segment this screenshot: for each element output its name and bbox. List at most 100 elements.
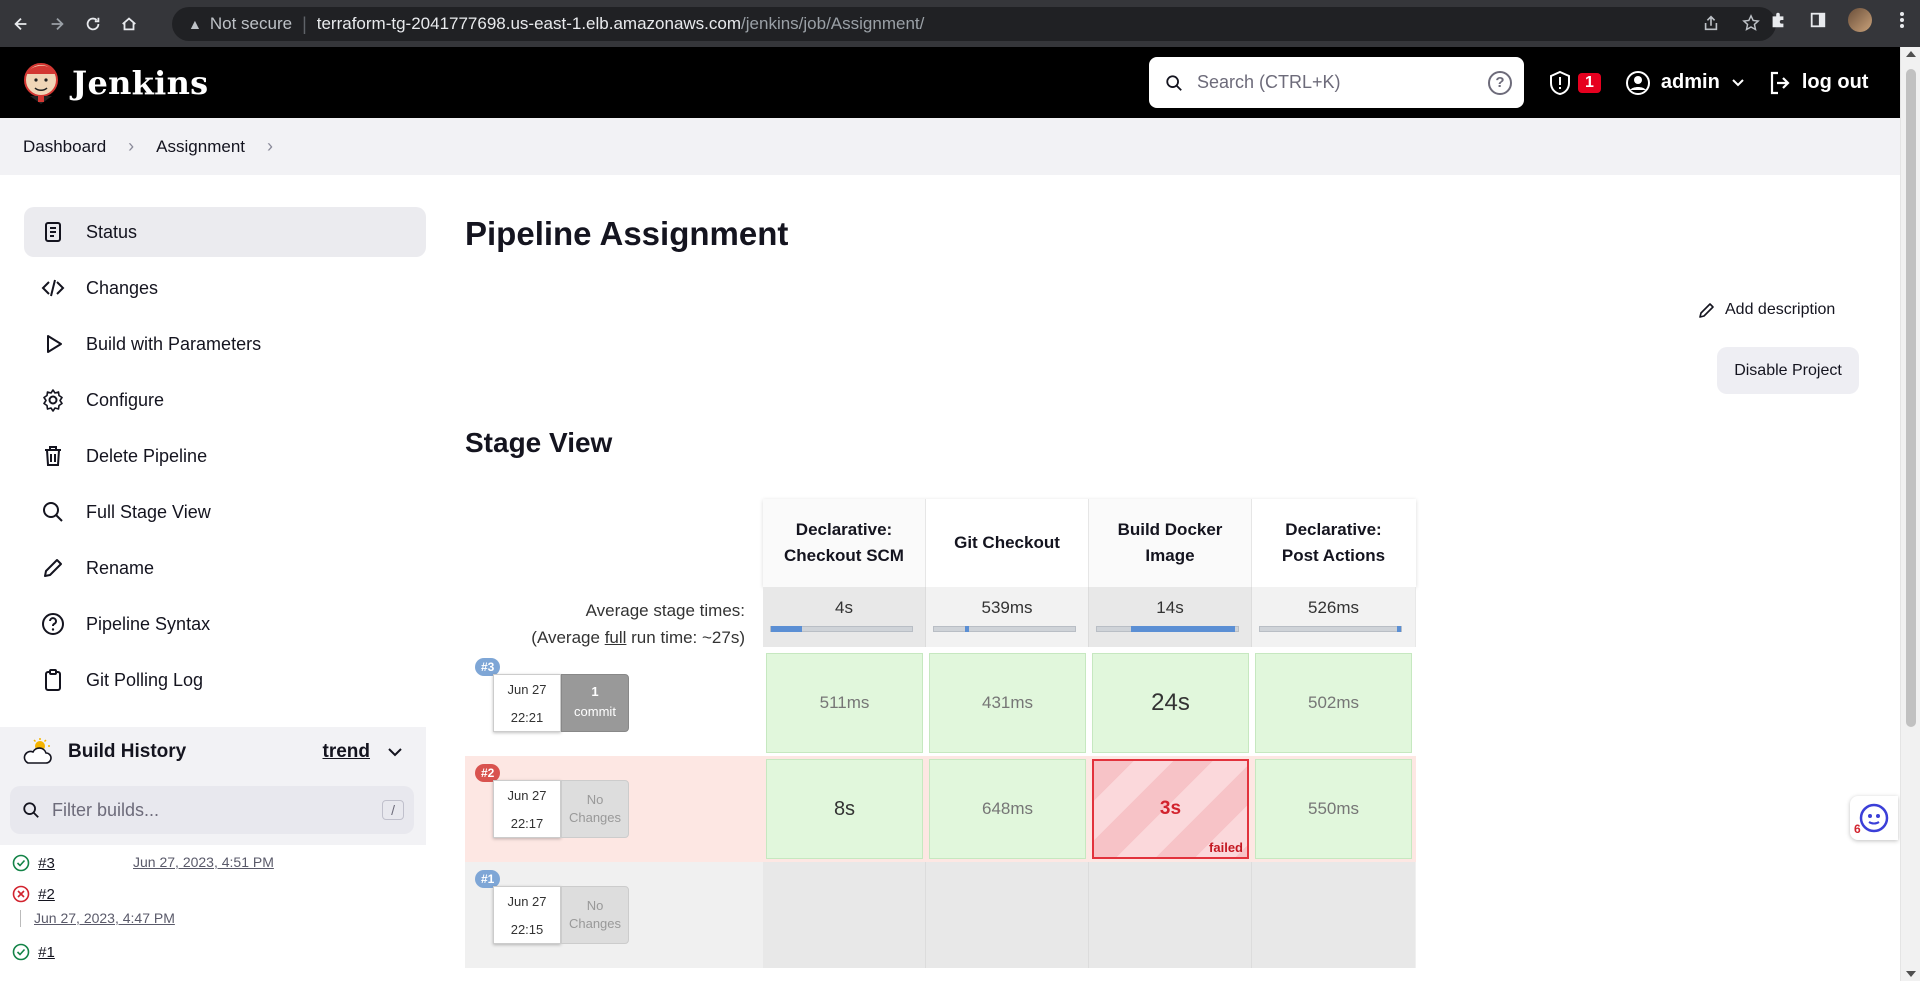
stage-cell[interactable]: 511ms bbox=[763, 650, 926, 756]
success-check-icon bbox=[12, 854, 30, 872]
extensions-icon[interactable] bbox=[1768, 10, 1788, 30]
build-number-link[interactable]: #1 bbox=[38, 944, 55, 961]
logout-link[interactable]: log out bbox=[1768, 70, 1868, 96]
username: admin bbox=[1660, 71, 1720, 93]
add-description-label: Add description bbox=[1725, 301, 1836, 318]
browser-toolbar: ▲ Not secure | terraform-tg-2041777698.u… bbox=[0, 0, 1920, 47]
search-help-icon[interactable]: ? bbox=[1488, 70, 1512, 95]
sidebar-item-pipeline-syntax[interactable]: Pipeline Syntax bbox=[24, 599, 426, 649]
stage-cell[interactable]: 431ms bbox=[926, 650, 1089, 756]
home-icon[interactable] bbox=[114, 9, 144, 39]
breadcrumb: Dashboard › Assignment › bbox=[0, 118, 1900, 175]
stage-cell-empty bbox=[763, 862, 926, 968]
build-number-link[interactable]: #3 bbox=[38, 855, 55, 872]
build-filter-input[interactable]: Filter builds... bbox=[52, 800, 382, 821]
profile-avatar[interactable] bbox=[1848, 8, 1872, 32]
chat-widget-button[interactable]: 6 bbox=[1850, 796, 1898, 840]
build-history-title: Build History bbox=[68, 741, 187, 762]
stage-cell-failed[interactable]: 3s failed bbox=[1089, 756, 1252, 862]
build-history-header: Build History trend bbox=[0, 727, 426, 777]
scroll-up-arrow[interactable] bbox=[1906, 51, 1916, 57]
changes-label: commit bbox=[574, 704, 616, 719]
side-panel-icon[interactable] bbox=[1808, 10, 1828, 30]
help-icon bbox=[40, 611, 66, 637]
run-date-box: Jun 27 22:17 bbox=[493, 780, 561, 838]
sidebar-item-label: Build with Parameters bbox=[86, 333, 262, 354]
build-date-link[interactable]: Jun 27, 2023, 4:47 PM bbox=[34, 910, 175, 926]
build-number-link[interactable]: #2 bbox=[38, 886, 55, 903]
breadcrumb-assignment[interactable]: Assignment bbox=[156, 137, 245, 157]
user-menu[interactable]: admin bbox=[1625, 70, 1744, 96]
weather-cloudy-sun-icon bbox=[23, 738, 52, 764]
run-stage-cells: 511ms 431ms 24s 502ms bbox=[763, 650, 1416, 756]
stage-duration: 8s bbox=[766, 759, 923, 859]
build-date-link[interactable]: Jun 27, 2023, 4:51 PM bbox=[133, 854, 274, 870]
failed-x-icon bbox=[12, 885, 30, 903]
menu-dots-icon[interactable] bbox=[1892, 10, 1912, 30]
search-input[interactable]: Search (CTRL+K) bbox=[1197, 72, 1488, 93]
sidebar-item-rename[interactable]: Rename bbox=[24, 543, 426, 593]
stage-failed-box: 3s failed bbox=[1092, 759, 1249, 859]
avg-time-bar-fill bbox=[1397, 626, 1401, 632]
address-bar[interactable]: ▲ Not secure | terraform-tg-2041777698.u… bbox=[172, 7, 1776, 41]
sidebar-item-configure[interactable]: Configure bbox=[24, 375, 426, 425]
run-changes-button[interactable]: 1 commit bbox=[561, 674, 629, 732]
sidebar-item-status[interactable]: Status bbox=[24, 207, 426, 257]
avg-time-bar bbox=[1096, 626, 1239, 632]
stage-header: Build Docker Image bbox=[1089, 499, 1252, 587]
security-monitor[interactable]: 1 bbox=[1548, 70, 1601, 96]
jenkins-butler-icon bbox=[24, 62, 58, 104]
user-icon bbox=[1625, 70, 1650, 95]
stage-cell[interactable]: 502ms bbox=[1252, 650, 1415, 756]
run-stage-cells: 8s 648ms 3s failed 550ms bbox=[763, 756, 1416, 862]
stage-header: Declarative: Post Actions bbox=[1281, 520, 1386, 565]
stage-cell-empty bbox=[926, 862, 1089, 968]
sidebar-item-delete-pipeline[interactable]: Delete Pipeline bbox=[24, 431, 426, 481]
back-icon[interactable] bbox=[6, 9, 36, 39]
add-description-link[interactable]: Add description bbox=[1697, 300, 1835, 320]
disable-project-button[interactable]: Disable Project bbox=[1717, 347, 1859, 394]
run-row: #3 Jun 27 22:21 1 commit 511ms 431ms 24s… bbox=[465, 650, 1416, 756]
avg-full-link[interactable]: full bbox=[605, 628, 627, 647]
search-box[interactable]: Search (CTRL+K) ? bbox=[1149, 57, 1524, 108]
stage-cell[interactable]: 550ms bbox=[1252, 756, 1415, 862]
run-changes-box: No Changes bbox=[561, 780, 629, 838]
stage-cell[interactable]: 8s bbox=[763, 756, 926, 862]
share-icon[interactable] bbox=[1702, 14, 1720, 37]
stage-duration: 511ms bbox=[766, 653, 923, 753]
sidebar-item-changes[interactable]: Changes bbox=[24, 263, 426, 313]
build-filter-field[interactable]: Filter builds... / bbox=[10, 786, 414, 834]
trend-link[interactable]: trend bbox=[323, 741, 371, 763]
stage-cell[interactable]: 648ms bbox=[926, 756, 1089, 862]
stage-cell-empty bbox=[1252, 862, 1415, 968]
stage-header: Declarative: Checkout SCM bbox=[763, 499, 926, 587]
chevron-down-icon[interactable] bbox=[388, 747, 402, 757]
stage-cell[interactable]: 24s bbox=[1089, 650, 1252, 756]
sidebar-item-build-with-parameters[interactable]: Build with Parameters bbox=[24, 319, 426, 369]
avg-time-bar-fill bbox=[771, 626, 803, 632]
page-scrollbar[interactable] bbox=[1900, 47, 1920, 981]
avg-full-run-text: (Average full run time: ~27s) bbox=[465, 624, 745, 651]
sidebar-item-label: Delete Pipeline bbox=[86, 445, 208, 466]
build-row: #3 Jun 27, 2023, 4:51 PM bbox=[0, 845, 426, 883]
breadcrumb-dashboard[interactable]: Dashboard bbox=[23, 137, 106, 157]
breadcrumb-chevron-icon[interactable]: › bbox=[267, 136, 273, 157]
reload-icon[interactable] bbox=[78, 9, 108, 39]
logout-icon bbox=[1770, 71, 1790, 94]
run-info: #2 Jun 27 22:17 No Changes bbox=[465, 756, 763, 862]
sidebar-item-label: Status bbox=[86, 221, 138, 242]
security-label: Not secure bbox=[209, 14, 293, 33]
jenkins-logo[interactable]: Jenkins bbox=[22, 60, 208, 106]
forward-icon[interactable] bbox=[42, 9, 72, 39]
run-changes-box: No Changes bbox=[561, 886, 629, 944]
stage-header: Git Checkout bbox=[926, 499, 1089, 587]
sidebar-item-full-stage-view[interactable]: Full Stage View bbox=[24, 487, 426, 537]
run-time: 22:21 bbox=[510, 710, 544, 725]
stage-duration: 431ms bbox=[929, 653, 1086, 753]
avg-time-bar bbox=[770, 626, 913, 632]
scrollbar-thumb[interactable] bbox=[1906, 69, 1916, 727]
scroll-down-arrow[interactable] bbox=[1906, 971, 1916, 977]
sidebar-item-git-polling-log[interactable]: Git Polling Log bbox=[24, 655, 426, 705]
bookmark-star-icon[interactable] bbox=[1742, 14, 1760, 37]
stage-duration: 502ms bbox=[1255, 653, 1412, 753]
